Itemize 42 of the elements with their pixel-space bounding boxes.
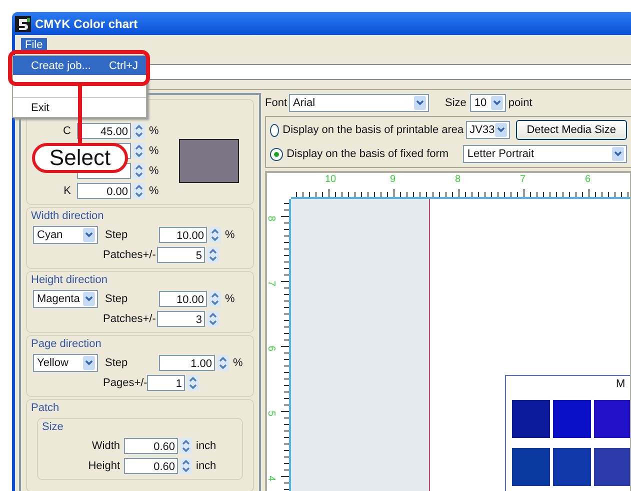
field-label: Height	[87, 460, 120, 472]
ruler-number: 6	[585, 174, 591, 185]
unit-label: %	[225, 229, 235, 241]
preview-title: M	[616, 378, 626, 390]
group-title: Patch	[31, 402, 60, 414]
ruler-number: 10	[325, 174, 336, 185]
field-label: Step	[105, 229, 129, 241]
ruler-number: 9	[390, 174, 396, 185]
field-label: Patches+/-	[103, 313, 155, 325]
ruler-number: 5	[267, 410, 276, 416]
unit-label: %	[233, 357, 243, 369]
field-label: Patches+/-	[103, 249, 155, 261]
unit-label: point	[508, 97, 532, 109]
ruler-number: 7	[520, 174, 526, 185]
field-label: Size	[445, 97, 466, 109]
ruler-number: 8	[455, 174, 461, 185]
unit-label: inch	[196, 440, 216, 452]
unit-label: %	[225, 293, 235, 305]
group-title: Size	[42, 421, 64, 433]
field-label: Width	[90, 440, 120, 452]
ruler-number: 6	[267, 346, 276, 352]
option-label: Display on the basis of fixed form	[286, 148, 450, 160]
field-label: Pages+/-	[103, 377, 145, 389]
ruler-number: 4	[267, 476, 276, 482]
group-title: Height direction	[31, 274, 108, 286]
unit-label: %	[149, 185, 159, 197]
callout-tooltip: Select	[32, 143, 128, 173]
unit-label: %	[149, 125, 159, 137]
option-label: Display on the basis of printable area	[282, 124, 464, 136]
field-label: Step	[105, 357, 129, 369]
group-title: Page direction	[31, 338, 102, 350]
field-label: C	[62, 125, 71, 137]
ruler-number: 8	[267, 216, 276, 222]
window-title: CMYK Color chart	[35, 16, 138, 30]
unit-label: %	[149, 165, 159, 177]
group-title: Width direction	[31, 210, 105, 222]
ruler-number: 7	[267, 280, 276, 286]
field-label: Step	[105, 293, 129, 305]
unit-label: %	[149, 145, 159, 157]
field-label: K	[62, 185, 71, 197]
unit-label: inch	[196, 460, 216, 472]
field-label: Font	[265, 97, 288, 109]
